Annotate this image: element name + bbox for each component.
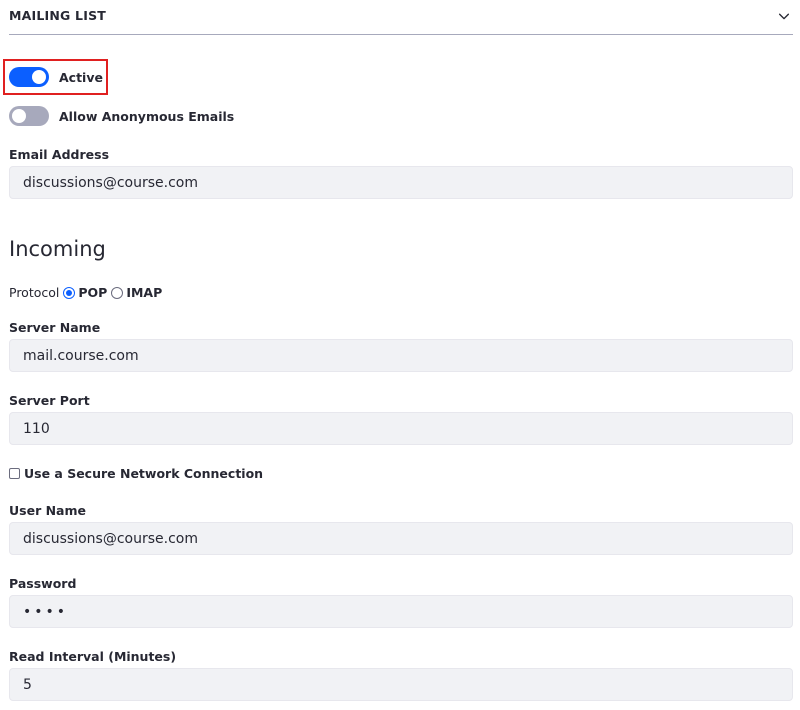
toggle-knob — [32, 70, 46, 84]
protocol-imap-label[interactable]: IMAP — [126, 285, 162, 300]
anonymous-toggle-label: Allow Anonymous Emails — [59, 108, 235, 124]
user-name-label: User Name — [9, 503, 86, 518]
read-interval-field[interactable] — [9, 668, 793, 701]
password-field[interactable] — [9, 595, 793, 628]
protocol-label: Protocol — [9, 285, 60, 300]
chevron-down-icon[interactable] — [777, 9, 791, 23]
active-toggle-switch[interactable] — [9, 67, 49, 87]
anonymous-toggle-switch[interactable] — [9, 106, 49, 126]
secure-connection-label[interactable]: Use a Secure Network Connection — [24, 466, 263, 481]
active-toggle-label: Active — [59, 69, 103, 85]
read-interval-label: Read Interval (Minutes) — [9, 649, 177, 664]
server-name-label: Server Name — [9, 320, 101, 335]
toggle-knob — [12, 109, 26, 123]
protocol-imap-radio[interactable] — [111, 286, 124, 299]
email-address-field[interactable] — [9, 166, 793, 199]
protocol-pop-radio[interactable] — [63, 286, 76, 299]
active-toggle-row[interactable]: Active — [9, 67, 103, 87]
protocol-radio-group: Protocol POP IMAP — [9, 285, 162, 300]
protocol-pop-label[interactable]: POP — [78, 285, 107, 300]
secure-connection-row[interactable]: Use a Secure Network Connection — [9, 466, 263, 481]
mailing-list-settings: MAILING LIST Active Allow Anonymous Emai… — [0, 0, 800, 710]
password-label: Password — [9, 576, 77, 591]
server-port-field[interactable] — [9, 412, 793, 445]
secure-connection-checkbox[interactable] — [9, 468, 20, 479]
server-port-label: Server Port — [9, 393, 90, 408]
user-name-field[interactable] — [9, 522, 793, 555]
section-title: MAILING LIST — [9, 8, 106, 23]
mailing-list-section-header[interactable]: MAILING LIST — [9, 0, 793, 35]
incoming-heading: Incoming — [9, 237, 106, 261]
server-name-field[interactable] — [9, 339, 793, 372]
anonymous-toggle-row[interactable]: Allow Anonymous Emails — [9, 106, 234, 126]
email-address-label: Email Address — [9, 147, 110, 162]
